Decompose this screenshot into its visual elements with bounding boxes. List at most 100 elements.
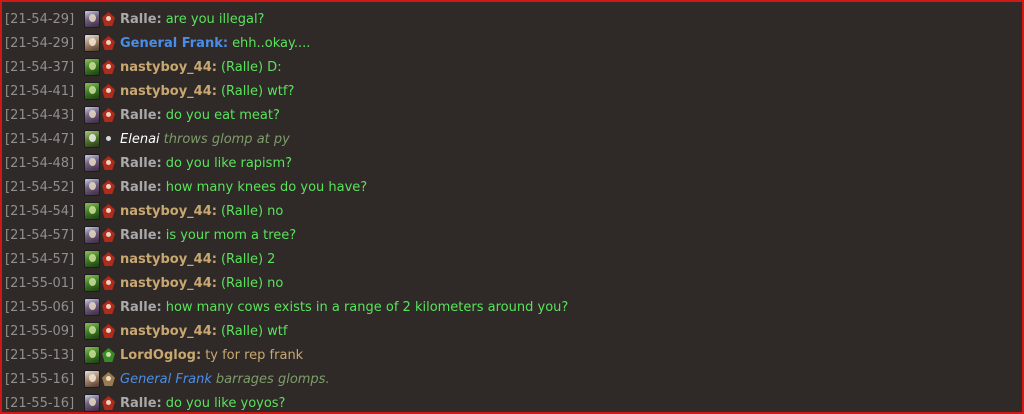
chat-message: [21-55-09] nastyboy_44: (Ralle) wtf [2,319,1022,343]
message-timestamp: [21-54-41] [5,83,75,99]
chat-window: [21-54-29] Ralle: are you illegal? [21-54-2… [0,0,1024,414]
message-timestamp: [21-54-54] [5,203,75,219]
chat-message: [21-55-16] General Frank barrages glomps. [2,367,1022,391]
message-timestamp: [21-54-37] [5,59,75,75]
user-badges [84,105,117,125]
chat-message: [21-54-43] Ralle: do you eat meat? [2,103,1022,127]
username[interactable]: General Frank [120,36,223,51]
red-class-icon [101,34,116,52]
name-separator: : [156,155,162,171]
chat-message: [21-55-01] nastyboy_44: (Ralle) no [2,271,1022,295]
user-badges [84,129,117,149]
undead-portrait-icon [84,394,100,412]
username[interactable]: Ralle [120,228,157,243]
message-timestamp: [21-54-57] [5,227,75,243]
name-separator: : [156,395,162,411]
undead-portrait-icon [84,106,100,124]
message-text: (Ralle) no [220,275,284,291]
username[interactable]: nastyboy_44 [120,84,212,99]
name-separator: : [195,347,202,363]
user-badges [84,33,117,53]
user-badges [84,201,117,221]
chat-log: [21-54-29] Ralle: are you illegal? [21-54-2… [2,7,1022,412]
name-separator: : [156,299,162,315]
chat-message: [21-54-29] Ralle: are you illegal? [2,7,1022,31]
message-timestamp: [21-55-09] [5,323,75,339]
user-badges [84,297,117,317]
red-class-icon [101,178,116,196]
chat-message: [21-54-48] Ralle: do you like rapism? [2,151,1022,175]
name-separator: : [211,59,217,75]
username[interactable]: Ralle [120,180,157,195]
name-separator: : [156,11,162,27]
user-badges [84,249,117,269]
undead-portrait-icon [84,154,100,172]
name-separator: : [211,203,217,219]
username[interactable]: Ralle [120,396,157,411]
elf-portrait-icon [84,130,100,148]
orc-portrait-icon [84,274,100,292]
username[interactable]: Ralle [120,108,157,123]
red-class-icon [101,154,116,172]
red-class-icon [101,394,116,412]
green-class-icon [101,346,116,364]
username[interactable]: nastyboy_44 [120,204,212,219]
chat-message: [21-54-54] nastyboy_44: (Ralle) no [2,199,1022,223]
username[interactable]: nastyboy_44 [120,324,212,339]
message-text: are you illegal? [165,11,265,27]
name-separator: : [222,35,229,51]
red-class-icon [101,58,116,76]
red-class-icon [101,298,116,316]
orc-portrait-icon [84,250,100,268]
human-portrait-icon [84,370,100,388]
name-separator: : [156,179,162,195]
message-text: do you like yoyos? [165,395,286,411]
name-separator: : [211,275,217,291]
username[interactable]: nastyboy_44 [120,60,212,75]
message-text: (Ralle) wtf? [220,83,295,99]
username[interactable]: Ralle [120,12,157,27]
orc-portrait-icon [84,202,100,220]
user-badges [84,225,117,245]
message-text: how many knees do you have? [165,179,368,195]
name-separator: : [156,227,162,243]
red-class-icon [101,250,116,268]
username[interactable]: General Frank [120,372,212,387]
red-class-icon [101,322,116,340]
message-text: do you like rapism? [165,155,293,171]
user-badges [84,273,117,293]
user-badges [84,369,117,389]
undead-portrait-icon [84,298,100,316]
chat-message: [21-54-29] General Frank: ehh..okay.... [2,31,1022,55]
name-separator: : [211,83,217,99]
user-badges [84,345,117,365]
orc-portrait-icon [84,82,100,100]
user-badges [84,57,117,77]
orc-portrait-icon [84,322,100,340]
message-text: ty for rep frank [205,347,304,363]
username[interactable]: nastyboy_44 [120,252,212,267]
message-timestamp: [21-55-16] [5,395,75,411]
emote-text: barrages glomps. [215,371,330,387]
message-timestamp: [21-54-29] [5,11,75,27]
chat-message: [21-55-13] LordOglog: ty for rep frank [2,343,1022,367]
red-class-icon [101,106,116,124]
emote-text: throws glomp at py [163,131,290,147]
chat-message: [21-54-57] nastyboy_44: (Ralle) 2 [2,247,1022,271]
message-timestamp: [21-55-16] [5,371,75,387]
username[interactable]: Elenai [120,132,160,147]
chat-message: [21-54-57] Ralle: is your mom a tree? [2,223,1022,247]
undead-portrait-icon [84,10,100,28]
red-class-icon [101,226,116,244]
user-badges [84,153,117,173]
username[interactable]: LordOglog [120,348,196,363]
message-timestamp: [21-54-47] [5,131,75,147]
message-timestamp: [21-55-13] [5,347,75,363]
chat-message: [21-54-52] Ralle: how many knees do you ha… [2,175,1022,199]
user-badges [84,9,117,29]
username[interactable]: nastyboy_44 [120,276,212,291]
username[interactable]: Ralle [120,300,157,315]
message-text: is your mom a tree? [165,227,297,243]
username[interactable]: Ralle [120,156,157,171]
message-timestamp: [21-54-48] [5,155,75,171]
